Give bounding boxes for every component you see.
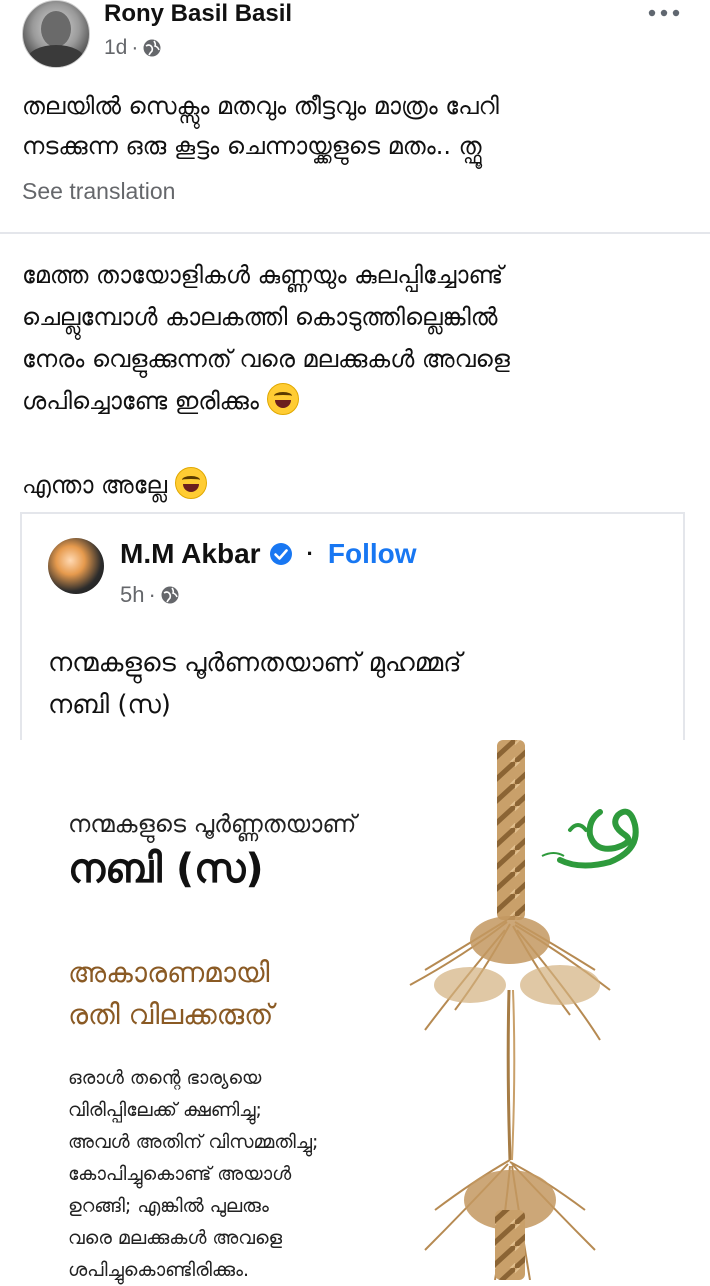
- author-avatar[interactable]: [22, 0, 90, 68]
- comment-line: നേരം വെളുക്കുന്നത് വരെ മലക്കുകൾ അവളെ: [22, 345, 510, 373]
- shared-text-line: നബി (സ): [48, 690, 171, 720]
- poster-body-line: കോപിച്ചുകൊണ്ട് അയാൾ: [68, 1163, 292, 1185]
- follow-button[interactable]: Follow: [328, 538, 417, 570]
- meta-separator: ·: [148, 582, 156, 607]
- comment-line: ചെല്ലുമ്പോൾ കാലകത്തി കൊടുത്തില്ലെങ്കിൽ: [22, 303, 498, 331]
- poster-body-line: ഒരാൾ തന്റെ ഭാര്യയെ: [68, 1067, 262, 1089]
- poster-sub-line: അകാരണമായി: [68, 956, 270, 989]
- shared-meta: 5h ·: [120, 582, 180, 608]
- shared-post-text: നന്മകളുടെ പൂർണതയാണ് മുഹമ്മദ് നബി (സ): [48, 642, 648, 726]
- poster-body-line: വിരിപ്പിലേക്ക് ക്ഷണിച്ചു;: [68, 1099, 262, 1121]
- globe-icon: [143, 39, 161, 57]
- poster-body-line: അവൾ അതിന് വിസമ്മതിച്ചു;: [68, 1131, 319, 1153]
- shared-author-name[interactable]: M.M Akbar: [120, 538, 261, 570]
- poster-body-line: വരെ മലക്കുകൾ അവളെ: [68, 1227, 283, 1249]
- laughing-emoji-icon: [174, 467, 207, 499]
- comment-text: മേത്ത തായോളികൾ കുണ്ണയും കുലപ്പിച്ചോണ്ട് …: [22, 254, 692, 506]
- poster-body-line: ശപിച്ചുകൊണ്ടിരിക്കും.: [68, 1259, 250, 1281]
- post-time[interactable]: 1d: [104, 36, 127, 60]
- poster-heading-bold: നബി (സ): [68, 846, 264, 892]
- poster-subheading: അകാരണമായി രതി വിലക്കരുത്: [68, 952, 398, 1036]
- comment-line: ശപിച്ചൊണ്ടേ ഇരിക്കും: [22, 380, 692, 422]
- meta-separator: ·: [131, 36, 139, 59]
- more-options-icon[interactable]: [648, 8, 680, 18]
- post-text: തലയിൽ സെക്സും മതവും തീട്ടവും മാത്രം പേറി…: [22, 86, 692, 166]
- shared-author-row: M.M Akbar · Follow: [120, 538, 417, 570]
- poster-sub-line: രതി വിലക്കരുത്: [68, 998, 274, 1031]
- shared-time[interactable]: 5h: [120, 582, 144, 608]
- post-text-line: തലയിൽ സെക്സും മതവും തീട്ടവും മാത്രം പേറി: [22, 92, 499, 120]
- laughing-emoji-icon: [266, 383, 299, 415]
- post-meta: 1d ·: [104, 36, 162, 60]
- comment-line-text: ശപിച്ചൊണ്ടേ ഇരിക്കും: [22, 387, 259, 415]
- comment-line-text: എന്താ അല്ലേ: [22, 471, 168, 499]
- comment-line: മേത്ത തായോളികൾ കുണ്ണയും കുലപ്പിച്ചോണ്ട്: [22, 261, 504, 289]
- poster-image[interactable]: നന്മകളുടെ പൂർണ്ണതയാണ് നബി (സ) അകാരണമായി …: [0, 740, 710, 1281]
- poster-heading-line: നന്മകളുടെ പൂർണ്ണതയാണ്: [68, 810, 357, 838]
- author-name[interactable]: Rony Basil Basil: [104, 0, 292, 28]
- poster-body-line: ഉറങ്ങി; എങ്കിൽ പുലരും: [68, 1195, 269, 1217]
- divider: [0, 232, 710, 234]
- post-text-line: നടക്കുന്ന ഒരു കൂട്ടം ചെന്നായ്ക്കളുടെ മതം…: [22, 132, 482, 160]
- verified-badge-icon: [269, 543, 292, 565]
- comment-line: എന്താ അല്ലേ: [22, 464, 692, 506]
- shared-text-line: നന്മകളുടെ പൂർണതയാണ് മുഹമ്മദ്: [48, 648, 462, 678]
- poster-body: ഒരാൾ തന്റെ ഭാര്യയെ വിരിപ്പിലേക്ക് ക്ഷണിച…: [68, 1062, 398, 1286]
- post-header: Rony Basil Basil 1d ·: [0, 0, 710, 78]
- see-translation-link[interactable]: See translation: [22, 178, 175, 205]
- calligraphy-emblem-icon: [541, 808, 639, 869]
- shared-author-avatar[interactable]: [48, 538, 104, 594]
- dot-separator: ·: [306, 541, 314, 566]
- globe-icon: [161, 586, 179, 604]
